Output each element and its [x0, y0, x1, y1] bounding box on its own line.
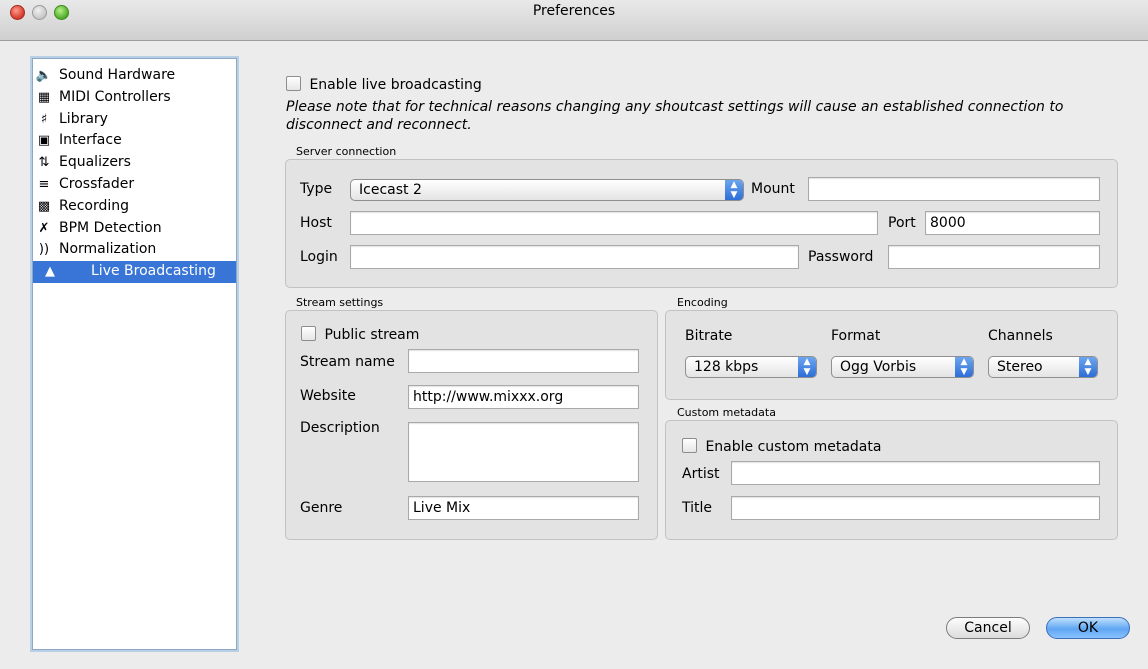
- sidebar-item-equalizers[interactable]: ⇅ Equalizers: [1, 152, 236, 174]
- password-label: Password: [808, 249, 874, 265]
- port-input[interactable]: 8000: [925, 211, 1100, 235]
- format-label: Format: [831, 328, 881, 344]
- title-input[interactable]: [731, 496, 1100, 520]
- sidebar-item-label: Library: [59, 110, 108, 127]
- enable-broadcasting-label: Enable live broadcasting: [309, 77, 482, 93]
- enable-broadcasting-checkbox-row[interactable]: Enable live broadcasting: [286, 76, 482, 93]
- encoding-group: [665, 310, 1118, 400]
- bitrate-label: Bitrate: [685, 328, 733, 344]
- sidebar-item-label: Equalizers: [59, 154, 131, 171]
- public-stream-checkbox-row[interactable]: Public stream: [301, 326, 419, 343]
- mount-label: Mount: [751, 181, 795, 197]
- channels-label: Channels: [988, 328, 1053, 344]
- equalizer-icon: ⇅: [38, 155, 50, 171]
- sidebar-item-normalization[interactable]: )) Normalization: [1, 239, 236, 261]
- sidebar-item-sound-hardware[interactable]: 🔈 Sound Hardware: [1, 65, 236, 87]
- sidebar-item-bpm-detection[interactable]: ✗ BPM Detection: [1, 218, 236, 240]
- custom-metadata-label: Enable custom metadata: [705, 439, 882, 455]
- encoding-title: Encoding: [677, 296, 728, 309]
- public-stream-label: Public stream: [324, 327, 420, 343]
- channels-select[interactable]: Stereo ▲ ▼: [988, 356, 1098, 378]
- sidebar-item-label: Live Broadcasting: [91, 263, 216, 280]
- cancel-button[interactable]: Cancel: [946, 617, 1030, 639]
- normalization-icon: )): [38, 242, 50, 258]
- artist-label: Artist: [682, 466, 720, 482]
- mount-input[interactable]: [808, 177, 1100, 201]
- monitor-icon: ▣: [37, 133, 51, 149]
- public-stream-checkbox[interactable]: [301, 326, 316, 341]
- custom-metadata-checkbox-row[interactable]: Enable custom metadata: [682, 438, 881, 455]
- midi-keyboard-icon: ▦: [37, 89, 51, 105]
- sidebar-item-library[interactable]: ♯ Library: [1, 109, 236, 131]
- sidebar-item-label: Crossfader: [59, 175, 135, 192]
- speaker-icon: 🔈: [35, 68, 53, 83]
- server-connection-title: Server connection: [296, 145, 397, 158]
- recording-icon: ▩: [37, 198, 51, 214]
- ok-button[interactable]: OK: [1046, 617, 1130, 639]
- host-input[interactable]: [350, 211, 878, 235]
- title-bar: Preferences: [0, 0, 1148, 41]
- bitrate-select[interactable]: 128 kbps ▲ ▼: [685, 356, 817, 378]
- sidebar-item-label: MIDI Controllers: [59, 88, 171, 105]
- sidebar-item-label: Normalization: [59, 241, 157, 258]
- genre-label: Genre: [300, 500, 343, 516]
- sidebar-item-label: Recording: [59, 197, 130, 214]
- channels-value: Stereo: [997, 359, 1043, 375]
- crossfader-icon: ≡: [38, 176, 50, 192]
- password-input[interactable]: [888, 245, 1100, 269]
- sidebar-item-interface[interactable]: ▣ Interface: [1, 130, 236, 152]
- genre-input[interactable]: Live Mix: [408, 496, 639, 520]
- sidebar-item-label: Interface: [59, 132, 122, 149]
- website-input[interactable]: http://www.mixxx.org: [408, 385, 639, 409]
- description-textarea[interactable]: [408, 422, 639, 482]
- custom-metadata-title: Custom metadata: [677, 406, 776, 419]
- description-label: Description: [300, 420, 380, 436]
- title-label: Title: [682, 500, 713, 516]
- sidebar-item-recording[interactable]: ▩ Recording: [1, 196, 236, 218]
- sidebar-item-crossfader[interactable]: ≡ Crossfader: [1, 174, 236, 196]
- website-label: Website: [300, 388, 356, 404]
- server-type-value: Icecast 2: [359, 182, 422, 198]
- updown-arrows-icon: ▲ ▼: [798, 357, 816, 377]
- login-input[interactable]: [350, 245, 799, 269]
- library-icon: ♯: [40, 111, 48, 127]
- artist-input[interactable]: [731, 461, 1100, 485]
- port-label: Port: [888, 215, 916, 231]
- shoutcast-note: Please note that for technical reasons c…: [286, 99, 1064, 133]
- stream-settings-title: Stream settings: [296, 296, 384, 309]
- type-label: Type: [300, 181, 333, 197]
- bitrate-value: 128 kbps: [694, 359, 759, 375]
- sidebar-item-live-broadcasting[interactable]: ▲ Live Broadcasting: [33, 261, 236, 283]
- server-type-select[interactable]: Icecast 2 ▲ ▼: [350, 179, 744, 201]
- preferences-sidebar: 🔈 Sound Hardware ▦ MIDI Controllers ♯ Libra…: [32, 58, 237, 650]
- format-value: Ogg Vorbis: [840, 359, 917, 375]
- format-select[interactable]: Ogg Vorbis ▲ ▼: [831, 356, 974, 378]
- stream-name-label: Stream name: [300, 354, 395, 370]
- sidebar-item-label: BPM Detection: [59, 219, 162, 236]
- window-title: Preferences: [532, 3, 616, 19]
- broadcast-icon: ▲: [45, 264, 55, 280]
- custom-metadata-checkbox[interactable]: [682, 438, 697, 453]
- updown-arrows-icon: ▲ ▼: [1079, 357, 1097, 377]
- enable-broadcasting-checkbox[interactable]: [286, 76, 301, 91]
- host-label: Host: [300, 215, 332, 231]
- sidebar-item-midi-controllers[interactable]: ▦ MIDI Controllers: [1, 87, 236, 109]
- login-label: Login: [300, 249, 338, 265]
- bpm-icon: ✗: [38, 220, 50, 236]
- sidebar-item-label: Sound Hardware: [59, 67, 176, 83]
- stream-name-input[interactable]: [408, 349, 639, 373]
- updown-arrows-icon: ▲ ▼: [725, 180, 743, 200]
- updown-arrows-icon: ▲ ▼: [955, 357, 973, 377]
